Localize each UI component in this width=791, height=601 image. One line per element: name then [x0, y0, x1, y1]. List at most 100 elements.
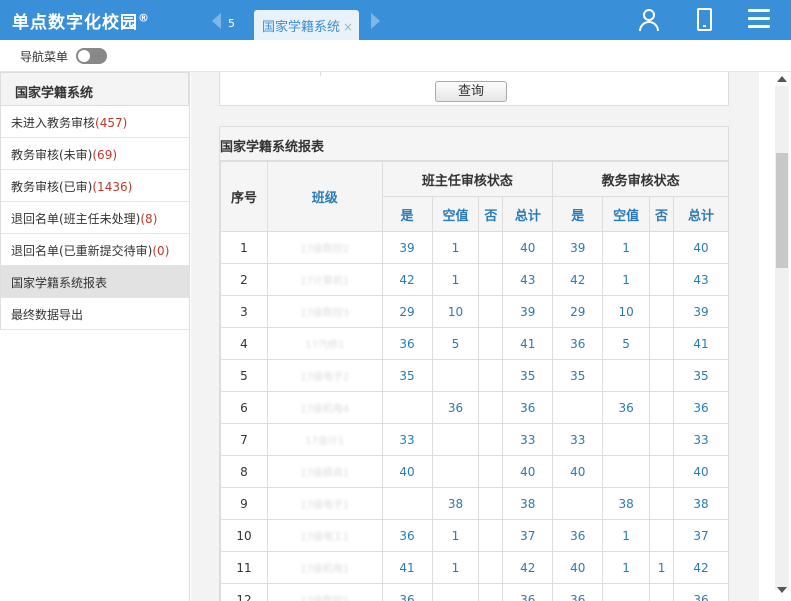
row-index: 7 [220, 423, 268, 456]
teacher-yes-cell [381, 487, 433, 520]
teacher-no-cell [478, 391, 504, 424]
teacher-total-cell: 37 [502, 519, 554, 552]
report-title: 国家学籍系统报表 [220, 127, 728, 161]
teacher-total-cell: 33 [502, 423, 554, 456]
office-no-cell [649, 295, 675, 328]
user-icon[interactable] [638, 8, 660, 32]
office-yes-cell: 40 [552, 455, 604, 488]
office-yes-cell: 40 [552, 551, 604, 584]
table-row: 4 17汽修1 36 5 41 36 5 41 [220, 327, 729, 360]
nav-menu-label: 导航菜单 [20, 50, 69, 64]
table-row: 3 17级数控3 29 10 39 29 10 39 [220, 295, 729, 328]
office-empty-cell [602, 455, 651, 488]
teacher-empty-cell: 10 [431, 295, 480, 328]
sidebar-item-5[interactable]: 国家学籍系统报表 [0, 266, 189, 298]
teacher-empty-cell: 1 [431, 231, 480, 264]
teacher-yes-cell: 40 [381, 455, 433, 488]
office-empty-cell: 1 [602, 263, 651, 296]
office-no-cell [649, 391, 675, 424]
col-teacher-no[interactable]: 否 [478, 196, 504, 232]
table-row: 2 17计算机1 42 1 43 42 1 43 [220, 263, 729, 296]
teacher-yes-cell: 33 [381, 423, 433, 456]
col-teacher-total[interactable]: 总计 [502, 196, 554, 232]
scroll-track[interactable] [775, 86, 789, 590]
teacher-yes-cell: 36 [381, 519, 433, 552]
table-row: 10 17级电工1 36 1 37 36 1 37 [220, 519, 729, 552]
scrollbar[interactable] [759, 72, 791, 601]
office-total-cell: 36 [673, 391, 729, 424]
office-yes-cell: 29 [552, 295, 604, 328]
main-content: 查询 国家学籍系统报表 序号 班级 班主任审核状态 教务审核状态 是 空值 否 [191, 72, 759, 601]
teacher-total-cell: 35 [502, 359, 554, 392]
sidebar-item-4[interactable]: 退回名单(已重新提交待审)(0) [0, 234, 189, 266]
row-class: 17级电工1 [266, 519, 383, 552]
sidebar-item-6[interactable]: 最终数据导出 [0, 298, 189, 330]
sidebar-item-3[interactable]: 退回名单(班主任未处理)(8) [0, 202, 189, 234]
sidebar-item-label: 退回名单(班主任未处理) [11, 212, 141, 226]
office-empty-cell: 1 [602, 551, 651, 584]
col-office-no[interactable]: 否 [649, 196, 675, 232]
table-row: 8 17级模具1 40 40 40 40 [220, 455, 729, 488]
sidebar: 国家学籍系统 未进入教务审核(457) 教务审核(未审)(69) 教务审核(已审)(… [0, 72, 190, 601]
sidebar-item-label: 教务审核(已审) [11, 180, 93, 194]
col-teacher-yes[interactable]: 是 [381, 196, 433, 232]
teacher-empty-cell: 1 [431, 263, 480, 296]
teacher-yes-cell: 36 [381, 327, 433, 360]
app-header: 单点数字化校园® 5 国家学籍系统 × [0, 0, 791, 40]
office-empty-cell: 38 [602, 487, 651, 520]
office-yes-cell [552, 487, 604, 520]
scroll-thumb[interactable] [776, 153, 788, 268]
col-office-yes[interactable]: 是 [552, 196, 604, 232]
query-button[interactable]: 查询 [435, 81, 507, 102]
row-index: 6 [220, 391, 268, 424]
sidebar-item-label: 国家学籍系统报表 [11, 276, 108, 290]
tab-label: 国家学籍系统 [262, 20, 341, 35]
office-yes-cell: 33 [552, 423, 604, 456]
close-icon[interactable]: × [343, 20, 353, 34]
teacher-total-cell: 39 [502, 295, 554, 328]
office-total-cell: 36 [673, 583, 729, 601]
table-row: 5 17级电子2 35 35 35 35 [220, 359, 729, 392]
tab-stub[interactable]: 5 [228, 17, 235, 30]
office-yes-cell: 36 [552, 583, 604, 601]
tab-scroll-left-icon[interactable] [212, 13, 221, 29]
teacher-total-cell: 42 [502, 551, 554, 584]
teacher-no-cell [478, 519, 504, 552]
table-row: 6 17级机电4 36 36 36 36 [220, 391, 729, 424]
scroll-up-icon[interactable] [777, 76, 787, 82]
office-empty-cell: 10 [602, 295, 651, 328]
teacher-yes-cell: 39 [381, 231, 433, 264]
col-teacher-group: 班主任审核状态 [381, 161, 554, 197]
row-class: 17级数控2 [266, 231, 383, 264]
menu-icon[interactable] [748, 9, 770, 29]
nav-menu-toggle[interactable] [76, 48, 107, 64]
sidebar-item-0[interactable]: 未进入教务审核(457) [0, 106, 189, 138]
teacher-total-cell: 43 [502, 263, 554, 296]
teacher-total-cell: 36 [502, 391, 554, 424]
row-index: 9 [220, 487, 268, 520]
mobile-icon[interactable] [697, 8, 712, 31]
office-total-cell: 43 [673, 263, 729, 296]
tab-national-registry[interactable]: 国家学籍系统 × [254, 10, 359, 40]
table-row: 11 17级机电1 41 1 42 40 1 1 42 [220, 551, 729, 584]
teacher-yes-cell: 36 [381, 583, 433, 601]
office-no-cell [649, 359, 675, 392]
scroll-down-icon[interactable] [777, 587, 787, 593]
sidebar-item-count: (8) [140, 212, 158, 226]
row-index: 5 [220, 359, 268, 392]
col-office-total[interactable]: 总计 [673, 196, 729, 232]
office-no-cell [649, 583, 675, 601]
sidebar-item-label: 教务审核(未审) [11, 148, 93, 162]
sidebar-item-1[interactable]: 教务审核(未审)(69) [0, 138, 189, 170]
sidebar-item-2[interactable]: 教务审核(已审)(1436) [0, 170, 189, 202]
col-office-empty[interactable]: 空值 [602, 196, 651, 232]
tab-scroll-right-icon[interactable] [371, 13, 380, 29]
col-office-group: 教务审核状态 [552, 161, 729, 197]
col-teacher-empty[interactable]: 空值 [431, 196, 480, 232]
sidebar-item-count: (457) [95, 116, 128, 130]
sidebar-item-label: 退回名单(已重新提交待审) [11, 244, 153, 258]
row-index: 8 [220, 455, 268, 488]
toolbar: 导航菜单 [0, 40, 791, 72]
col-class[interactable]: 班级 [266, 161, 383, 232]
sidebar-item-count: (1436) [92, 180, 133, 194]
